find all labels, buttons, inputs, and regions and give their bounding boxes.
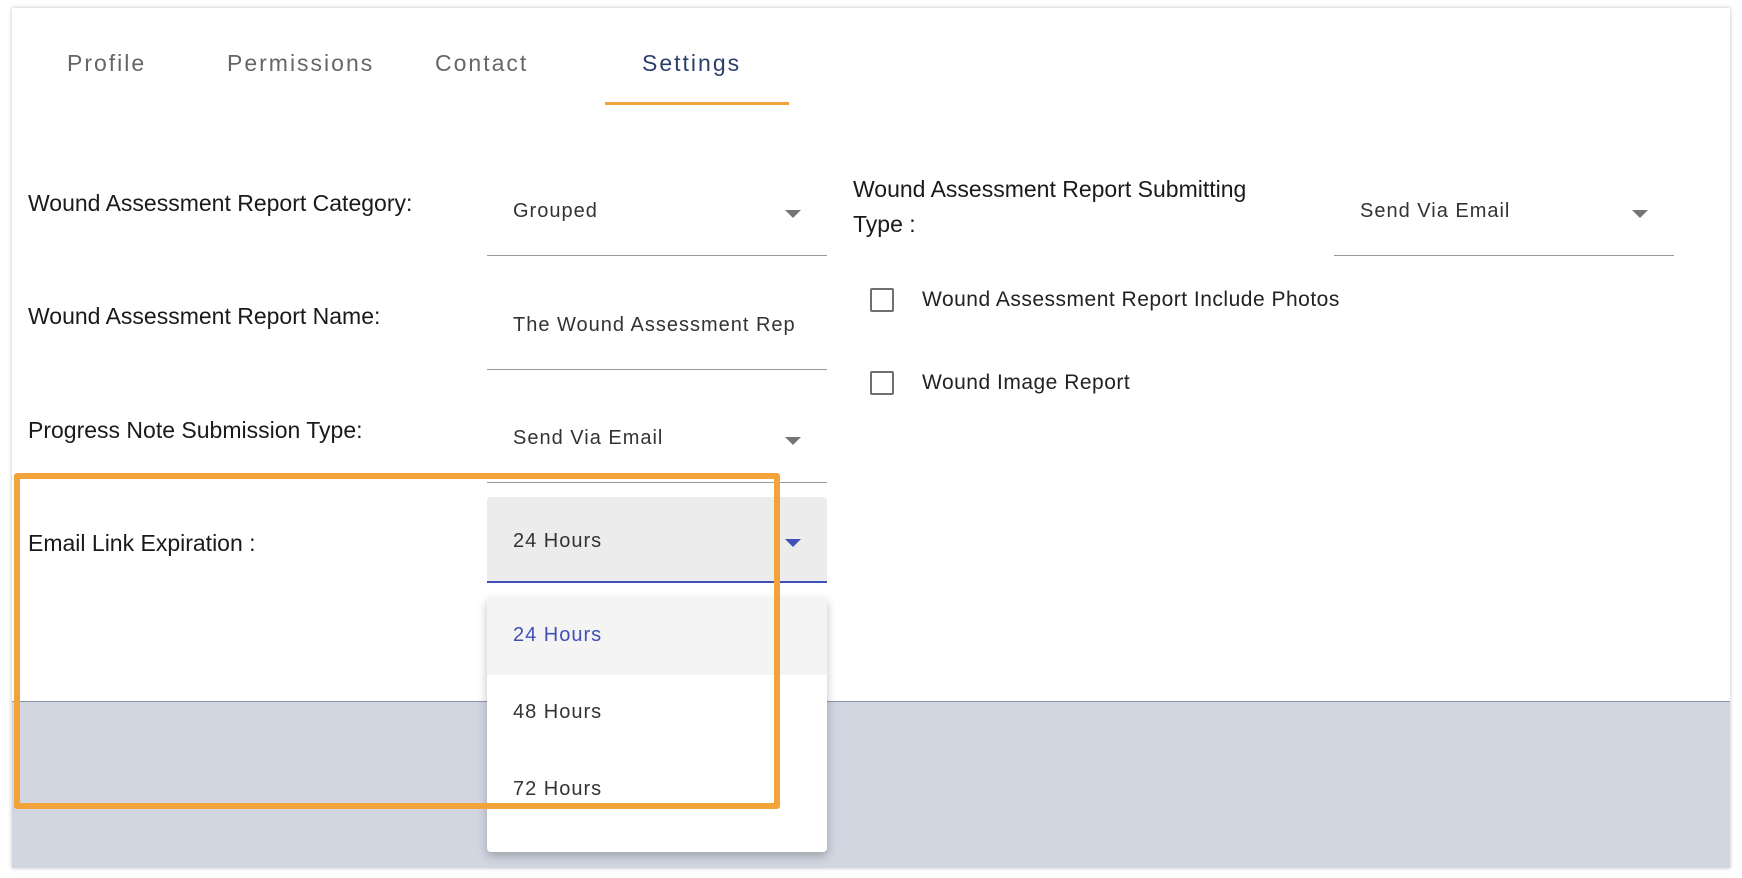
chevron-down-icon	[785, 539, 801, 547]
progress-note-value: Send Via Email	[513, 427, 664, 449]
report-name-value: The Wound Assessment Rep	[513, 314, 796, 336]
email-expiration-label: Email Link Expiration :	[28, 530, 256, 556]
chevron-down-icon	[785, 437, 801, 445]
progress-note-select[interactable]: Send Via Email	[487, 397, 827, 483]
email-expiration-value: 24 Hours	[513, 530, 603, 552]
submitting-type-value: Send Via Email	[1360, 200, 1511, 222]
footer-band	[12, 701, 1730, 868]
tab-profile[interactable]: Profile	[67, 50, 146, 77]
submitting-type-label: Wound Assessment Report Submitting Type …	[853, 176, 1247, 237]
dropdown-option-24-hours[interactable]: 24 Hours	[487, 598, 827, 675]
image-report-label: Wound Image Report	[922, 371, 1131, 394]
report-name-label: Wound Assessment Report Name:	[28, 303, 381, 329]
tab-settings[interactable]: Settings	[642, 50, 741, 77]
chevron-down-icon	[785, 210, 801, 218]
dropdown-option-72-hours[interactable]: 72 Hours	[487, 752, 827, 829]
email-expiration-select[interactable]: 24 Hours	[487, 497, 827, 583]
report-name-input[interactable]: The Wound Assessment Rep	[487, 284, 827, 370]
chevron-down-icon	[1632, 210, 1648, 218]
active-tab-indicator	[605, 102, 789, 105]
include-photos-label: Wound Assessment Report Include Photos	[922, 288, 1340, 311]
submitting-type-select[interactable]: Send Via Email	[1334, 170, 1674, 256]
tab-contact[interactable]: Contact	[435, 50, 528, 77]
checkbox-icon[interactable]	[870, 288, 894, 312]
dropdown-option-48-hours[interactable]: 48 Hours	[487, 675, 827, 752]
report-category-value: Grouped	[513, 200, 598, 222]
expiration-dropdown-menu: 24 Hours 48 Hours 72 Hours	[487, 598, 827, 852]
report-category-label: Wound Assessment Report Category:	[28, 190, 413, 216]
settings-card: Profile Permissions Contact Settings Wou…	[12, 8, 1730, 868]
tab-permissions[interactable]: Permissions	[227, 50, 374, 77]
progress-note-label: Progress Note Submission Type:	[28, 417, 363, 443]
report-category-select[interactable]: Grouped	[487, 170, 827, 256]
checkbox-icon[interactable]	[870, 371, 894, 395]
